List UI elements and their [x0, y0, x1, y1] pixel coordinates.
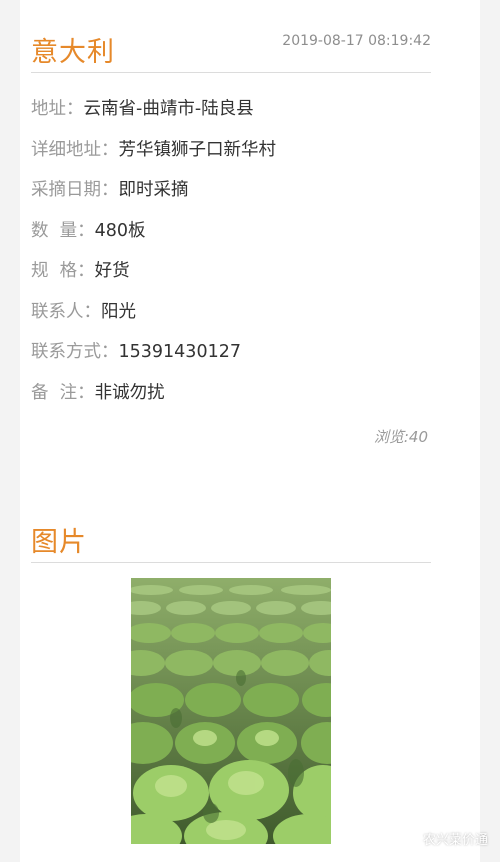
images-divider: [31, 562, 431, 563]
detail-row-full-address: 详细地址：芳华镇狮子口新华村: [31, 137, 431, 178]
detail-value: 480板: [94, 220, 146, 241]
detail-value: 好货: [94, 261, 130, 281]
watermark: 农兴菜价通: [398, 829, 488, 848]
detail-label: 联系人：: [31, 301, 101, 322]
detail-label: 详细地址：: [31, 139, 119, 160]
watermark-text: 农兴菜价通: [422, 833, 488, 848]
detail-label: 采摘日期：: [31, 180, 119, 200]
detail-row-contact: 联系人：阳光: [31, 299, 431, 340]
detail-label: 地址：: [31, 99, 84, 119]
post-datetime: 2019-08-17 08:19:42: [282, 33, 431, 49]
lettuce-field-illustration: [131, 578, 331, 844]
header-divider: [31, 72, 431, 73]
detail-row-pick-date: 采摘日期：即时采摘: [31, 177, 431, 218]
detail-value: 即时采摘: [118, 180, 189, 200]
view-count: 浏览:40: [373, 428, 428, 446]
lettuce-field-photo[interactable]: [131, 578, 331, 844]
detail-value: 芳华镇狮子口新华村: [118, 139, 277, 160]
detail-label: 备 注：: [31, 382, 95, 403]
detail-row-quantity: 数 量：480板: [31, 218, 431, 259]
detail-row-phone[interactable]: 联系方式：15391430127: [31, 339, 431, 380]
wechat-icon: [398, 831, 418, 846]
detail-label: 联系方式：: [31, 342, 119, 362]
images-section-title: 图片: [31, 527, 87, 558]
detail-value: 阳光: [101, 301, 136, 322]
detail-value: 云南省-曲靖市-陆良县: [83, 99, 254, 119]
page-title: 意大利: [31, 37, 115, 68]
detail-row-address: 地址：云南省-曲靖市-陆良县: [31, 96, 431, 137]
detail-label: 规 格：: [31, 261, 95, 281]
detail-row-remark: 备 注：非诚勿扰: [31, 380, 431, 421]
listing-header: 意大利 2019-08-17 08:19:42: [31, 30, 431, 72]
detail-value: 非诚勿扰: [94, 382, 165, 403]
phone-number-link[interactable]: 15391430127: [119, 342, 241, 362]
detail-row-spec: 规 格：好货: [31, 258, 431, 299]
detail-label: 数 量：: [31, 220, 95, 241]
detail-list: 地址：云南省-曲靖市-陆良县 详细地址：芳华镇狮子口新华村 采摘日期：即时采摘 …: [31, 96, 431, 420]
